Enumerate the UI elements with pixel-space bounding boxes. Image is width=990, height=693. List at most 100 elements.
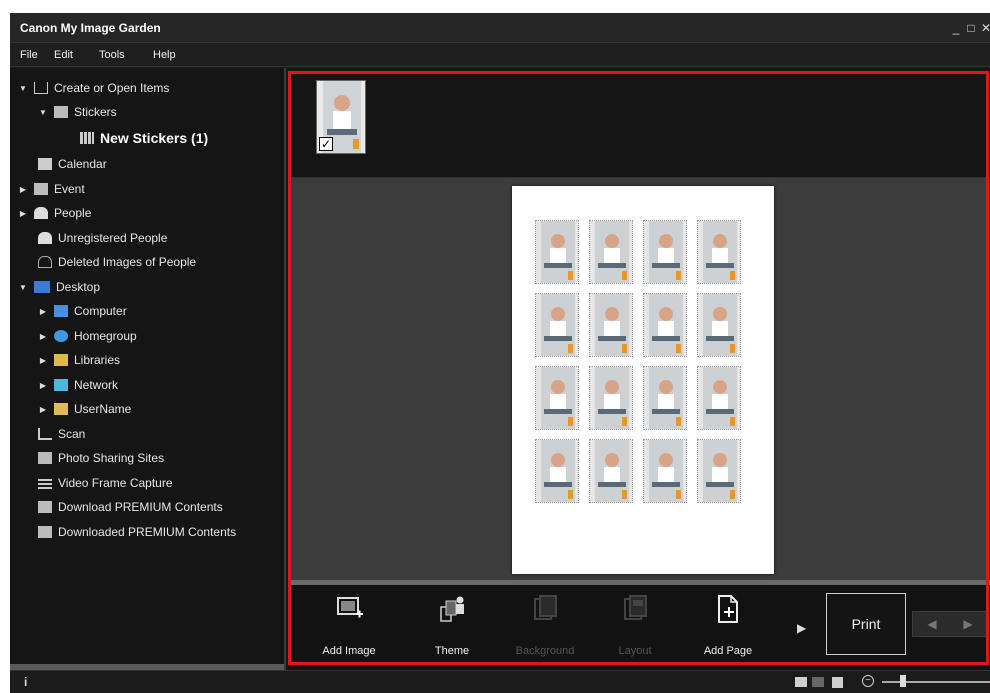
baby-photo-image — [536, 221, 578, 283]
tree-item-label: Event — [54, 182, 85, 196]
sticker-photo[interactable] — [643, 439, 687, 503]
tree-item-downloaded-premium-contents[interactable]: Downloaded PREMIUM Contents — [38, 521, 236, 543]
list-view-icon[interactable] — [812, 677, 824, 687]
collapsed-arrow-icon[interactable]: ▶ — [38, 381, 48, 390]
navigation-tree: ▼ Create or Open Items ▼ Stickers New St… — [10, 68, 286, 670]
baby-photo-image — [644, 294, 686, 356]
sticker-photo[interactable] — [643, 220, 687, 284]
sticker-photo[interactable] — [697, 439, 741, 503]
baby-photo-image — [698, 221, 740, 283]
close-button[interactable]: ✕ — [980, 22, 990, 34]
sticker-photo[interactable] — [643, 293, 687, 357]
tree-item-label: UserName — [74, 402, 132, 416]
sticker-photo[interactable] — [589, 366, 633, 430]
tree-item-label: Unregistered People — [58, 231, 168, 245]
expand-arrow-icon[interactable]: ▼ — [18, 283, 28, 292]
tree-item-unregistered-people[interactable]: Unregistered People — [38, 227, 167, 249]
tree-item-people[interactable]: ▶ People — [18, 202, 91, 224]
next-page-icon[interactable]: ▶ — [953, 617, 983, 631]
tree-item-photo-sharing-sites[interactable]: Photo Sharing Sites — [38, 447, 164, 469]
libraries-icon — [54, 354, 68, 366]
minimize-button[interactable]: _ — [950, 22, 962, 34]
baby-photo-image — [590, 367, 632, 429]
event-icon — [34, 183, 48, 195]
baby-photo-image — [644, 221, 686, 283]
zoom-out-icon[interactable]: − — [862, 675, 874, 687]
zoom-slider-handle[interactable] — [900, 675, 906, 687]
tree-item-username[interactable]: ▶ UserName — [38, 398, 131, 420]
sticker-photo[interactable] — [589, 220, 633, 284]
menu-file[interactable]: File — [20, 49, 38, 61]
collapsed-arrow-icon[interactable]: ▶ — [18, 185, 28, 194]
sticker-photo[interactable] — [535, 293, 579, 357]
tree-item-create-or-open-items[interactable]: ▼ Create or Open Items — [18, 77, 169, 99]
tree-item-label: Libraries — [74, 353, 121, 367]
page-thumbnail[interactable]: ✓ — [316, 80, 366, 154]
menu-tools[interactable]: Tools — [99, 49, 125, 61]
background-button[interactable]: Background — [506, 591, 584, 667]
print-button[interactable]: Print — [826, 593, 906, 655]
sticker-photo[interactable] — [697, 293, 741, 357]
add-image-button[interactable]: Add Image — [310, 591, 388, 667]
layout-button[interactable]: Layout — [596, 591, 674, 667]
expand-arrow-icon[interactable]: ▼ — [38, 108, 48, 117]
thumbnail-view-icon[interactable] — [795, 677, 807, 687]
tree-item-new-stickers[interactable]: New Stickers (1) — [80, 127, 208, 149]
add-page-icon — [718, 595, 738, 623]
add-page-button[interactable]: Add Page — [689, 591, 767, 667]
sticker-photo[interactable] — [697, 366, 741, 430]
collapsed-arrow-icon[interactable]: ▶ — [38, 332, 48, 341]
fit-to-window-icon[interactable] — [832, 677, 843, 688]
page-navigation: ◀ ▶ — [912, 611, 988, 637]
tree-item-desktop[interactable]: ▼ Desktop — [18, 276, 100, 298]
title-bar: Canon My Image Garden _ □ ✕ — [10, 13, 990, 43]
maximize-button[interactable]: □ — [965, 22, 977, 34]
baby-photo-image — [536, 440, 578, 502]
collapsed-arrow-icon[interactable]: ▶ — [38, 405, 48, 414]
sticker-photo[interactable] — [535, 366, 579, 430]
tree-item-deleted-images-of-people[interactable]: Deleted Images of People — [38, 251, 196, 273]
zoom-slider-track[interactable] — [882, 681, 990, 683]
checkbox-checked-icon[interactable]: ✓ — [319, 137, 333, 151]
tree-item-label: Calendar — [58, 157, 107, 171]
tree-item-scan[interactable]: Scan — [38, 423, 85, 445]
sticker-photo[interactable] — [697, 220, 741, 284]
preview-canvas — [288, 178, 990, 580]
tree-item-label: Stickers — [74, 105, 117, 119]
sticker-sheet[interactable] — [512, 186, 774, 574]
tree-item-network[interactable]: ▶ Network — [38, 374, 118, 396]
tree-item-event[interactable]: ▶ Event — [18, 178, 85, 200]
tree-item-calendar[interactable]: Calendar — [38, 153, 107, 175]
tree-item-label: Computer — [74, 304, 127, 318]
tree-item-download-premium-contents[interactable]: Download PREMIUM Contents — [38, 496, 223, 518]
previous-page-icon[interactable]: ◀ — [917, 617, 947, 631]
tree-item-homegroup[interactable]: ▶ Homegroup — [38, 325, 137, 347]
homegroup-icon — [54, 330, 68, 342]
computer-icon — [54, 305, 68, 317]
tree-item-label: Create or Open Items — [54, 81, 170, 95]
photo-sharing-icon — [38, 452, 52, 464]
tree-item-label: Homegroup — [74, 329, 137, 343]
scan-icon — [38, 428, 52, 440]
collapsed-arrow-icon[interactable]: ▶ — [38, 307, 48, 316]
collapsed-arrow-icon[interactable]: ▶ — [18, 209, 28, 218]
expand-arrow-icon[interactable]: ▼ — [18, 84, 28, 93]
toolbar-scroll-right-icon[interactable]: ▶ — [797, 621, 807, 635]
sticker-photo[interactable] — [589, 293, 633, 357]
sticker-photo[interactable] — [589, 439, 633, 503]
tree-item-video-frame-capture[interactable]: Video Frame Capture — [38, 472, 173, 494]
collapsed-arrow-icon[interactable]: ▶ — [38, 356, 48, 365]
background-label: Background — [515, 645, 575, 657]
sticker-photo[interactable] — [535, 439, 579, 503]
tree-item-libraries[interactable]: ▶ Libraries — [38, 349, 120, 371]
theme-button[interactable]: Theme — [413, 591, 491, 667]
info-icon[interactable]: i — [24, 675, 27, 689]
menu-edit[interactable]: Edit — [54, 49, 73, 61]
menu-help[interactable]: Help — [153, 49, 176, 61]
add-page-label: Add Page — [703, 645, 753, 657]
tree-item-computer[interactable]: ▶ Computer — [38, 300, 127, 322]
tree-item-stickers[interactable]: ▼ Stickers — [38, 101, 117, 123]
sticker-photo[interactable] — [535, 220, 579, 284]
sticker-photo[interactable] — [643, 366, 687, 430]
baby-photo-image — [644, 440, 686, 502]
